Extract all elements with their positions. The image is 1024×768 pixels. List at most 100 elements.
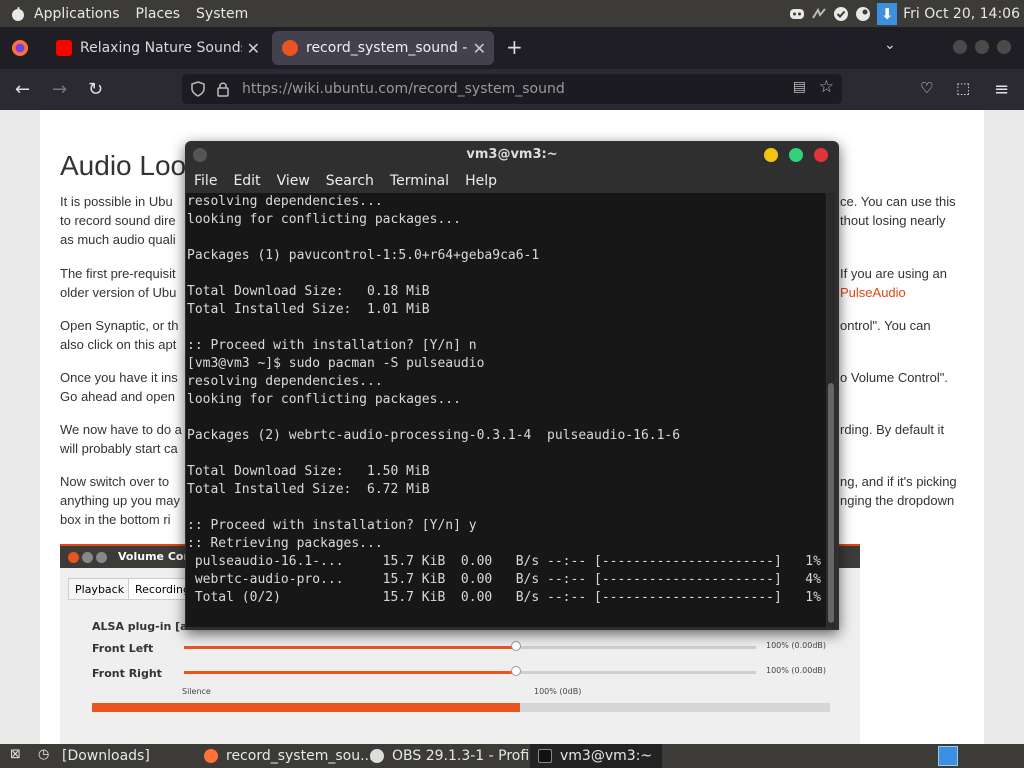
tab-title: record_system_sound - Ubu [306,40,468,56]
taskbar-item-label: vm3@vm3:~ [560,748,653,764]
apple-logo-icon[interactable] [10,6,26,22]
terminal-line: :: Proceed with installation? [Y/n] y [187,518,477,533]
check-icon[interactable] [833,6,849,22]
tab-close-icon[interactable]: ✕ [473,39,486,58]
menu-edit[interactable]: Edit [233,173,260,189]
tab-close-icon[interactable]: ✕ [247,39,260,58]
terminal-title: vm3@vm3:~ [466,147,558,162]
show-desktop-icon[interactable]: ⊠ [10,747,21,762]
paragraph-line-right: If you are using an [840,266,947,281]
chevron-down-icon[interactable]: ⌄ [884,37,896,53]
youtube-icon [56,40,72,56]
taskbar-item-firefox[interactable]: record_system_sou... [204,744,373,768]
signal-icon[interactable] [811,6,827,22]
front-left-label: Front Left [92,642,154,655]
tab-record-system-sound[interactable]: record_system_sound - Ubu ✕ [272,31,494,65]
terminal-line: :: Retrieving packages... [187,536,383,551]
taskbar-item-terminal[interactable]: vm3@vm3:~ [530,744,663,768]
paragraph-line: Once you have it ins [60,370,178,385]
terminal-titlebar[interactable]: vm3@vm3:~ [185,141,839,169]
menu-file[interactable]: File [194,173,217,189]
minimize-icon[interactable] [764,148,778,162]
workspace-switcher[interactable] [938,746,958,766]
terminal-menu-icon[interactable] [193,148,207,162]
terminal-line: Total Installed Size: 6.72 MiB [187,482,430,497]
lock-icon[interactable] [216,81,230,97]
discord-icon[interactable] [789,6,805,22]
taskbar-item-obs[interactable]: OBS 29.1.3-1 - Profil... [370,744,546,768]
paragraph-line: box in the bottom ri [60,512,171,527]
maximize-window-icon[interactable] [975,40,989,54]
front-right-percent: 100% (0.00dB) [766,666,827,675]
url-bar[interactable]: https://wiki.ubuntu.com/record_system_so… [182,74,842,104]
terminal-line: Total (0/2) 15.7 KiB 0.00 B/s --:-- [---… [187,590,821,605]
tab-nature-sounds[interactable]: Relaxing Nature Sounds for ✕ [46,31,268,65]
hamburger-menu-icon[interactable]: ≡ [994,79,1009,100]
terminal-text: resolving dependencies... looking for con… [186,193,826,607]
reader-view-icon[interactable]: ▤ [793,79,806,95]
menu-search[interactable]: Search [326,173,374,189]
terminal-line: webrtc-audio-pro... 15.7 KiB 0.00 B/s --… [187,572,821,587]
url-text: https://wiki.ubuntu.com/record_system_so… [242,81,565,97]
terminal-line: :: Proceed with installation? [Y/n] n [187,338,477,353]
menu-view[interactable]: View [277,173,310,189]
paragraph-line: to record sound dire [60,213,176,228]
paragraph-line: as much audio quali [60,232,176,247]
paragraph-line: will probably start ca [60,441,178,456]
terminal-line: Packages (1) pavucontrol-1:5.0+r64+geba9… [187,248,540,263]
forward-icon[interactable]: → [52,79,67,100]
taskbar: ⊠ ◷ [Downloads] record_system_sou... OBS… [0,744,1024,768]
clock-icon: ◷ [38,747,50,762]
paragraph-line: We now have to do a [60,422,182,437]
places-menu[interactable]: Places [136,6,181,22]
front-right-label: Front Right [92,667,162,680]
maximize-icon[interactable] [789,148,803,162]
device-label: ALSA plug-in [a [92,620,188,633]
paragraph-line-right: ontrol". You can [840,318,931,333]
paragraph-line-right: rding. By default it [840,422,945,437]
terminal-scrollbar[interactable] [827,193,835,627]
extensions-icon[interactable]: ⬚ [956,79,970,97]
front-left-slider [184,641,756,651]
back-icon[interactable]: ← [15,79,30,100]
menu-terminal[interactable]: Terminal [390,173,449,189]
minimize-icon [82,552,93,563]
steam-icon[interactable] [855,6,871,22]
pulseaudio-link[interactable]: PulseAudio [840,283,906,302]
terminal-window[interactable]: vm3@vm3:~ File Edit View Search Terminal… [185,141,839,630]
taskbar-item-label: OBS 29.1.3-1 - Profil... [392,748,547,764]
reload-icon[interactable]: ↻ [88,79,103,100]
applications-menu[interactable]: Applications [34,6,120,22]
scrollbar-thumb[interactable] [828,383,834,623]
taskbar-item-label: record_system_sou... [226,748,374,764]
minimize-window-icon[interactable] [953,40,967,54]
slider-knob [510,641,521,651]
level-meter-fill [92,703,521,712]
download-icon[interactable]: ⬇ [877,2,898,25]
terminal-line: looking for conflicting packages... [187,212,461,227]
bookmark-star-icon[interactable]: ☆ [819,77,834,97]
terminal-output[interactable]: resolving dependencies... looking for con… [186,193,826,627]
firefox-icon[interactable] [11,39,29,57]
obs-icon [370,749,384,763]
new-tab-icon[interactable]: + [506,35,523,59]
shield-icon[interactable] [190,81,206,97]
menu-help[interactable]: Help [465,173,497,189]
system-menu[interactable]: System [196,6,248,22]
paragraph-line: It is possible in Ubu [60,194,173,209]
taskbar-item-downloads[interactable]: [Downloads] [62,744,150,768]
paragraph-line-right: thout losing nearly [840,213,946,228]
ubuntu-icon [282,40,298,56]
paragraph-line: Open Synaptic, or th [60,318,179,333]
close-icon[interactable] [814,148,828,162]
maximize-icon [96,552,107,563]
close-window-icon[interactable] [997,40,1011,54]
clock[interactable]: Fri Oct 20, 14:06 [903,6,1024,22]
pocket-icon[interactable]: ♡ [920,79,933,97]
terminal-icon [538,749,552,763]
slider-fill [184,646,516,649]
front-right-slider [184,666,756,676]
